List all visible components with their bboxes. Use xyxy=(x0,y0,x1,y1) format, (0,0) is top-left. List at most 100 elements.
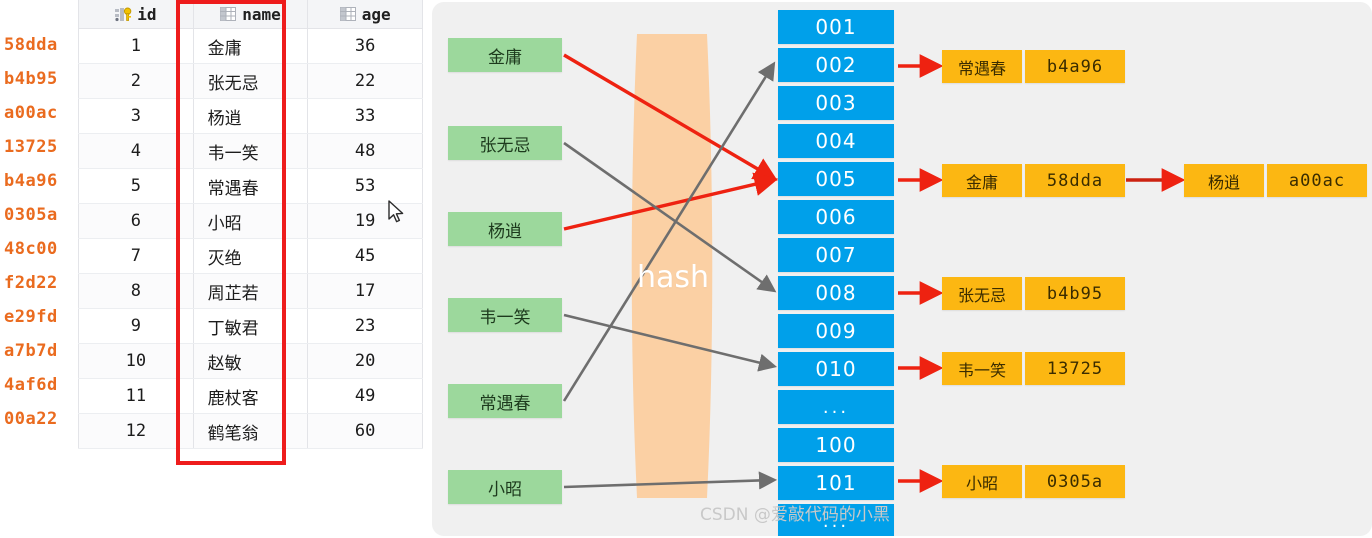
column-header-name-label: name xyxy=(242,4,281,24)
cell-id[interactable]: 2 xyxy=(78,63,194,99)
table-row[interactable]: 2 张无忌 22 xyxy=(78,63,423,99)
cell-id[interactable]: 7 xyxy=(78,238,194,274)
bucket-array: 001 002 003 004 005 006 007 008 009 010... 100 101.… xyxy=(778,10,894,536)
cell-age[interactable]: 48 xyxy=(307,133,423,169)
table-row[interactable]: 1 金庸 36 xyxy=(78,28,423,64)
cell-id[interactable]: 1 xyxy=(78,28,194,64)
column-header-id[interactable]: id xyxy=(78,0,194,29)
cell-name[interactable]: 金庸 xyxy=(192,28,309,64)
node-hash: b4b95 xyxy=(1025,277,1125,310)
table-row[interactable]: 11 鹿杖客 49 xyxy=(78,378,423,414)
table-row[interactable]: 5 常遇春 53 xyxy=(78,168,423,204)
bucket-slot: 101 xyxy=(778,466,894,500)
node-name: 杨逍 xyxy=(1184,164,1264,197)
cell-name[interactable]: 小昭 xyxy=(192,203,309,239)
list-node: 韦一笑 13725 xyxy=(942,352,1125,385)
bucket-slot: 100 xyxy=(778,428,894,462)
cell-id[interactable]: 10 xyxy=(78,343,194,379)
cell-id[interactable]: 4 xyxy=(78,133,194,169)
table-header: id name age xyxy=(78,0,423,29)
table-row[interactable]: 7 灭绝 45 xyxy=(78,238,423,274)
node-hash: b4a96 xyxy=(1025,50,1125,83)
cell-age[interactable]: 17 xyxy=(307,273,423,309)
hash-value: 4af6d xyxy=(4,375,58,395)
cell-id[interactable]: 11 xyxy=(78,378,194,414)
table-column-icon xyxy=(220,6,237,22)
cell-name[interactable]: 张无忌 xyxy=(192,63,309,99)
cell-age[interactable]: 53 xyxy=(307,168,423,204)
cell-age[interactable]: 22 xyxy=(307,63,423,99)
list-node: 小昭 0305a xyxy=(942,465,1125,498)
cell-id[interactable]: 9 xyxy=(78,308,194,344)
data-table: id name age 1 金庸 36 2 张无忌 22 3 杨逍 33 4 韦… xyxy=(78,0,423,449)
cell-id[interactable]: 8 xyxy=(78,273,194,309)
list-node: 张无忌 b4b95 xyxy=(942,277,1125,310)
node-hash: 58dda xyxy=(1025,164,1125,197)
cell-id[interactable]: 6 xyxy=(78,203,194,239)
table-column-icon xyxy=(339,6,357,22)
bucket-slot: 009 xyxy=(778,314,894,348)
key-box: 韦一笑 xyxy=(448,298,562,332)
list-node: 杨逍 a00ac xyxy=(1184,164,1367,197)
mouse-cursor xyxy=(388,200,404,223)
cell-id[interactable]: 5 xyxy=(78,168,194,204)
bucket-slot: 005 xyxy=(778,162,894,196)
cell-age[interactable]: 20 xyxy=(307,343,423,379)
cell-name[interactable]: 丁敏君 xyxy=(192,308,309,344)
key-box: 小昭 xyxy=(448,470,562,504)
column-header-age-label: age xyxy=(361,4,391,24)
column-header-name[interactable]: name xyxy=(192,0,309,29)
bucket-slot: 004 xyxy=(778,124,894,158)
hash-value: f2d22 xyxy=(4,273,58,293)
hash-index-diagram: 金庸 张无忌 杨逍 韦一笑 常遇春 小昭 001 002 003 004 005 006 007 008… xyxy=(432,2,1372,536)
node-hash: 0305a xyxy=(1025,465,1125,498)
table-row[interactable]: 9 丁敏君 23 xyxy=(78,308,423,344)
table-row[interactable]: 4 韦一笑 48 xyxy=(78,133,423,169)
hash-value: a00ac xyxy=(4,103,58,123)
key-box: 常遇春 xyxy=(448,384,562,418)
bucket-slot: 008 xyxy=(778,276,894,310)
bucket-slot: 006 xyxy=(778,200,894,234)
cell-age[interactable]: 49 xyxy=(307,378,423,414)
table-row[interactable]: 3 杨逍 33 xyxy=(78,98,423,134)
cell-id[interactable]: 12 xyxy=(78,413,194,449)
table-row[interactable]: 12 鹤笔翁 60 xyxy=(78,413,423,449)
cell-age[interactable]: 33 xyxy=(307,98,423,134)
table-row[interactable]: 8 周芷若 17 xyxy=(78,273,423,309)
bucket-slot: ... xyxy=(778,390,894,424)
table-row[interactable]: 10 赵敏 20 xyxy=(78,343,423,379)
key-box: 杨逍 xyxy=(448,212,562,246)
bucket-slot: 003 xyxy=(778,86,894,120)
key-box: 张无忌 xyxy=(448,126,562,160)
table-header-row: id name age xyxy=(78,0,423,29)
cell-id[interactable]: 3 xyxy=(78,98,194,134)
cell-name[interactable]: 常遇春 xyxy=(192,168,309,204)
cell-name[interactable]: 鹿杖客 xyxy=(192,378,309,414)
cell-age[interactable]: 45 xyxy=(307,238,423,274)
node-name: 韦一笑 xyxy=(942,352,1022,385)
hash-value-column: 58dda b4b95 a00ac 13725 b4a96 0305a 48c00 f2d22… xyxy=(0,28,78,436)
cell-age[interactable]: 36 xyxy=(307,28,423,64)
node-name: 金庸 xyxy=(942,164,1022,197)
hash-value: 58dda xyxy=(4,35,58,55)
cell-name[interactable]: 鹤笔翁 xyxy=(192,413,309,449)
cell-name[interactable]: 杨逍 xyxy=(192,98,309,134)
hash-value: 48c00 xyxy=(4,239,58,259)
list-node: 金庸 58dda xyxy=(942,164,1125,197)
cell-name[interactable]: 赵敏 xyxy=(192,343,309,379)
table-row[interactable]: 6 小昭 19 xyxy=(78,203,423,239)
column-header-age[interactable]: age xyxy=(307,0,423,29)
node-hash: a00ac xyxy=(1267,164,1367,197)
cell-name[interactable]: 韦一笑 xyxy=(192,133,309,169)
hash-value: e29fd xyxy=(4,307,58,327)
cell-age[interactable]: 23 xyxy=(307,308,423,344)
cell-name[interactable]: 灭绝 xyxy=(192,238,309,274)
bucket-slot: 002 xyxy=(778,48,894,82)
hash-value: 0305a xyxy=(4,205,58,225)
cell-name[interactable]: 周芷若 xyxy=(192,273,309,309)
primary-key-icon xyxy=(115,6,132,22)
node-hash: 13725 xyxy=(1025,352,1125,385)
cell-age[interactable]: 60 xyxy=(307,413,423,449)
hash-value: b4a96 xyxy=(4,171,58,191)
table-body: 1 金庸 36 2 张无忌 22 3 杨逍 33 4 韦一笑 48 5 常遇春 53 6 小昭 19 7 灭绝 45 8 周… xyxy=(78,28,423,449)
